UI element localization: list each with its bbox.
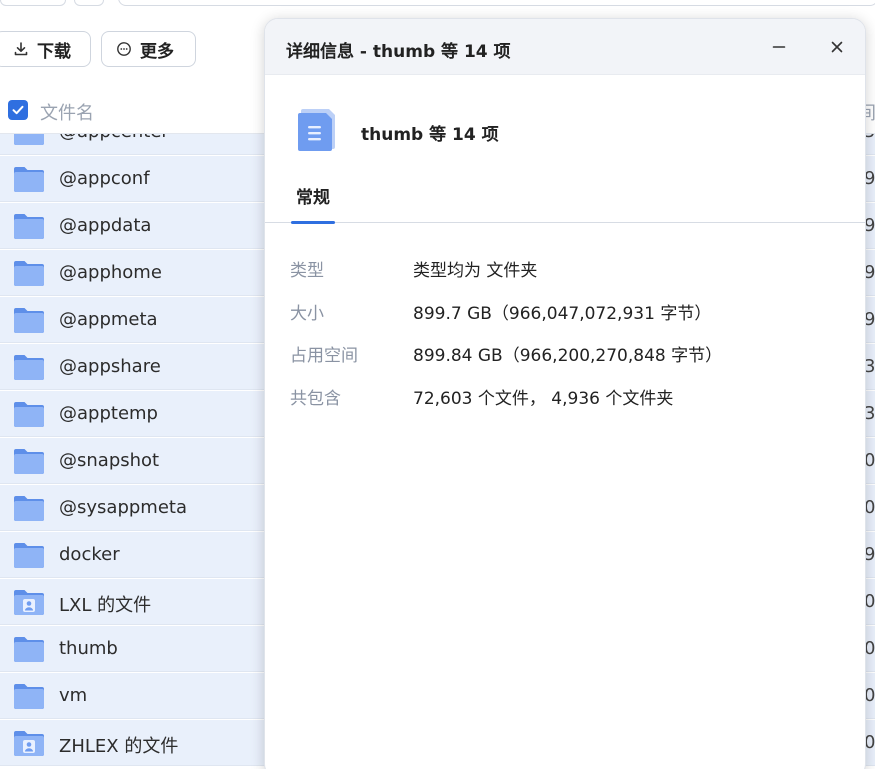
folder-icon (14, 134, 44, 145)
folder-icon (14, 402, 44, 427)
list-item-name: thumb (59, 638, 118, 659)
list-item-name: @appconf (59, 168, 150, 189)
folder-icon (14, 167, 44, 192)
folder-icon (14, 308, 44, 333)
file-manager-window: 下载 更多 文件名 间 @appcenter5@appconf9@appdata… (0, 0, 875, 769)
details-dialog: 详细信息 - thumb 等 14 项 thumb 等 14 项 常规 类型 类… (264, 18, 866, 769)
close-button[interactable] (825, 35, 849, 59)
forward-button[interactable] (74, 0, 104, 6)
column-header-name[interactable]: 文件名 (40, 99, 94, 125)
minimize-button[interactable] (767, 35, 791, 59)
check-icon (12, 105, 24, 115)
list-item-name: vm (59, 685, 88, 706)
folder-icon (14, 637, 44, 662)
back-button[interactable] (0, 0, 66, 6)
more-button[interactable]: 更多 (101, 31, 196, 67)
folder-icon (14, 355, 44, 380)
dialog-title: 详细信息 - thumb 等 14 项 (286, 42, 511, 62)
user-folder-icon (14, 731, 44, 756)
download-icon (14, 42, 28, 56)
select-all-checkbox[interactable] (8, 100, 28, 120)
property-value: 899.7 GB（966,047,072,931 字节） (413, 303, 712, 324)
property-key: 共包含 (290, 388, 341, 409)
list-item-name: @sysappmeta (59, 497, 187, 518)
property-key: 大小 (290, 303, 324, 324)
close-icon (831, 41, 843, 53)
list-item-name: @apptemp (59, 403, 158, 424)
path-bar[interactable] (118, 0, 875, 6)
more-icon (117, 42, 131, 56)
tab-general-label: 常规 (296, 188, 330, 208)
property-value: 类型均为 文件夹 (413, 261, 538, 281)
list-item-name: @appcenter (59, 134, 169, 142)
dialog-titlebar: 详细信息 - thumb 等 14 项 (265, 19, 865, 75)
list-item-name: docker (59, 544, 120, 565)
folder-icon (14, 684, 44, 709)
selection-summary: thumb 等 14 项 (361, 125, 499, 145)
property-value: 899.84 GB（966,200,270,848 字节） (413, 346, 723, 366)
folder-icon (14, 496, 44, 521)
tab-general[interactable]: 常规 (291, 183, 335, 224)
document-icon (298, 109, 335, 151)
list-item-name: @appdata (59, 215, 152, 236)
property-key: 类型 (290, 261, 324, 281)
more-label: 更多 (140, 41, 174, 62)
list-item-name: @snapshot (59, 450, 160, 471)
list-item-name: ZHLEX 的文件 (59, 736, 179, 757)
download-button[interactable]: 下载 (0, 31, 91, 67)
folder-icon (14, 261, 44, 286)
folder-icon (14, 214, 44, 239)
list-item-name: @appshare (59, 356, 161, 377)
property-value: 72,603 个文件， 4,936 个文件夹 (413, 388, 674, 409)
user-folder-icon (14, 590, 44, 615)
minimize-icon (772, 46, 786, 48)
list-item-name: @apphome (59, 262, 162, 283)
property-key: 占用空间 (290, 346, 358, 366)
dialog-tabs: 常规 (265, 177, 865, 224)
list-item-name: LXL 的文件 (59, 595, 152, 616)
top-strip (0, 0, 875, 8)
folder-icon (14, 543, 44, 568)
download-label: 下载 (37, 41, 71, 62)
list-item-name: @appmeta (59, 309, 158, 330)
folder-icon (14, 449, 44, 474)
